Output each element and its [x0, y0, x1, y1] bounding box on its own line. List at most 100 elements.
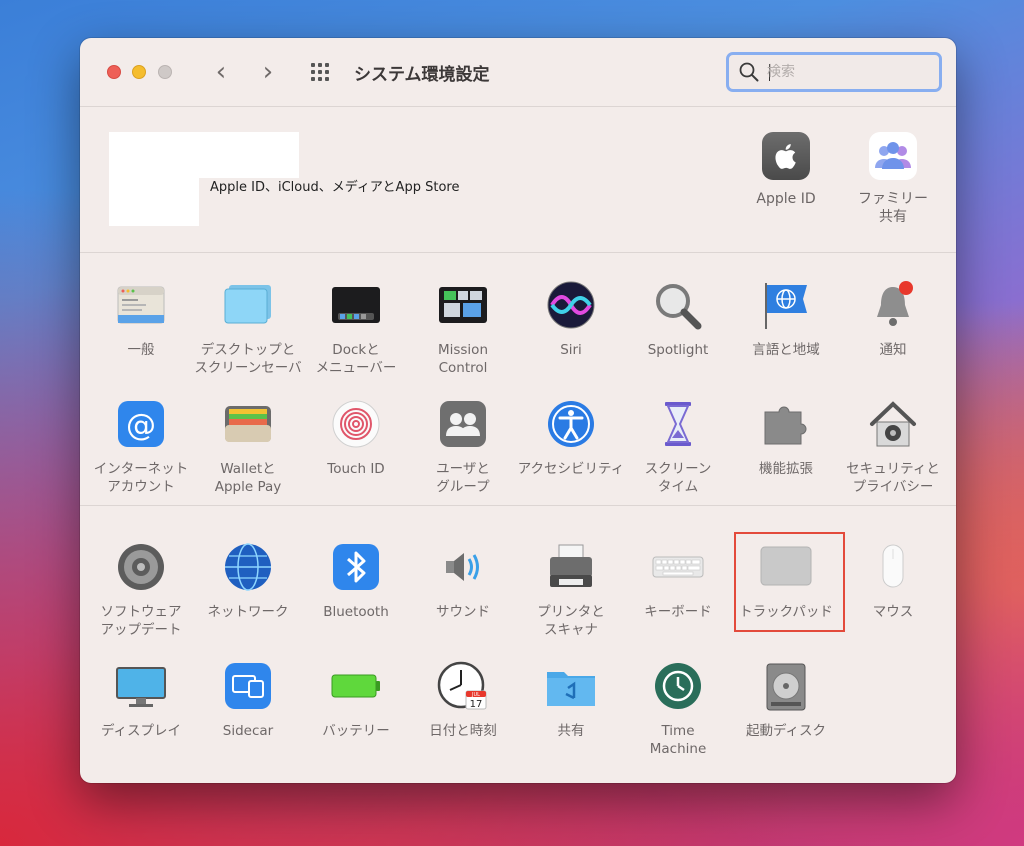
pane-label: 起動ディスク [745, 723, 827, 739]
sound-icon [436, 541, 490, 595]
forward-button[interactable]: › [253, 56, 283, 88]
pane-extensions[interactable]: 機能拡張 [732, 398, 840, 478]
pane-general[interactable]: 一般 [87, 279, 195, 359]
pane-label: キーボード [644, 604, 712, 620]
pane-label: 一般 [127, 342, 155, 358]
pane-notifications[interactable]: 通知 [839, 279, 947, 359]
divider [80, 252, 956, 253]
mission-control-icon [436, 279, 490, 333]
pane-family-sharing[interactable]: ファミリー 共有 [843, 132, 943, 226]
bluetooth-icon [329, 541, 383, 595]
account-section: Apple ID、iCloud、メディアとApp Store Apple ID … [80, 106, 956, 252]
pane-language-region[interactable]: 言語と地域 [732, 279, 840, 359]
extensions-icon [759, 398, 813, 452]
account-summary[interactable]: Apple ID、iCloud、メディアとApp Store [210, 176, 459, 195]
pane-label: Siri [560, 342, 582, 358]
pane-sidecar[interactable]: Sidecar [194, 660, 302, 740]
screen-time-icon [651, 398, 705, 452]
pane-dock-menubar[interactable]: Dockと メニューバー [302, 279, 410, 377]
pane-label: Spotlight [647, 342, 709, 358]
pane-wallet[interactable]: Walletと Apple Pay [194, 398, 302, 496]
pane-touch-id[interactable]: Touch ID [302, 398, 410, 478]
titlebar: ‹ › システム環境設定 [80, 38, 956, 106]
zoom-button[interactable] [158, 65, 172, 79]
redacted-name [109, 176, 199, 226]
minimize-button[interactable] [132, 65, 146, 79]
pane-display[interactable]: ディスプレイ [87, 660, 195, 740]
pane-label: Touch ID [327, 461, 385, 477]
redacted-avatar [109, 132, 299, 178]
pane-mission-control[interactable]: Mission Control [409, 279, 517, 377]
apple-logo-icon [762, 132, 810, 180]
pane-label: Sidecar [222, 723, 274, 739]
pane-label: デスクトップと スクリーンセーバ [194, 342, 302, 376]
pane-label: Dockと メニューバー [315, 342, 397, 376]
dock-menubar-icon [329, 279, 383, 333]
sidecar-icon [221, 660, 275, 714]
language-region-icon [759, 279, 813, 333]
pane-software-update[interactable]: ソフトウェア アップデート [87, 541, 195, 639]
trackpad-highlight-box [734, 532, 845, 632]
security-privacy-icon [866, 398, 920, 452]
pane-screen-time[interactable]: スクリーン タイム [624, 398, 732, 496]
pane-sharing[interactable]: 共有 [517, 660, 625, 740]
network-icon [221, 541, 275, 595]
pane-mouse[interactable]: マウス [839, 541, 947, 621]
divider [80, 505, 956, 506]
svg-text:@: @ [126, 408, 156, 443]
pane-accessibility[interactable]: アクセシビリティ [517, 398, 625, 478]
pane-security-privacy[interactable]: セキュリティと プライバシー [839, 398, 947, 496]
search-input[interactable] [767, 61, 927, 83]
back-button[interactable]: ‹ [206, 56, 236, 88]
pane-label: 言語と地域 [752, 342, 820, 358]
pane-label: Bluetooth [323, 604, 389, 620]
pane-keyboard[interactable]: キーボード [624, 541, 732, 621]
internet-accounts-icon: @ [114, 398, 168, 452]
users-groups-icon [436, 398, 490, 452]
display-icon [114, 660, 168, 714]
pane-label: セキュリティと プライバシー [846, 461, 940, 495]
sharing-icon [544, 660, 598, 714]
pane-network[interactable]: ネットワーク [194, 541, 302, 621]
printer-icon [544, 541, 598, 595]
family-sharing-icon [869, 132, 917, 180]
battery-icon [329, 660, 383, 714]
pane-label: ネットワーク [207, 604, 289, 620]
pane-label: アクセシビリティ [517, 461, 625, 477]
pane-desktop-screensaver[interactable]: デスクトップと スクリーンセーバ [194, 279, 302, 377]
pane-time-machine[interactable]: Time Machine [624, 660, 732, 758]
pane-label: ファミリー 共有 [858, 191, 928, 225]
calendar-month: JUL [471, 692, 480, 698]
pane-battery[interactable]: バッテリー [302, 660, 410, 740]
search-field[interactable] [726, 52, 942, 92]
pane-siri[interactable]: Siri [517, 279, 625, 359]
pane-label: プリンタと スキャナ [537, 604, 605, 638]
pane-label: マウス [872, 604, 914, 620]
pane-internet-accounts[interactable]: @ インターネット アカウント [87, 398, 195, 496]
pane-label: バッテリー [322, 723, 390, 739]
close-button[interactable] [107, 65, 121, 79]
pane-label: Walletと Apple Pay [214, 461, 282, 495]
pane-label: 機能拡張 [759, 461, 813, 477]
pane-label: 共有 [557, 723, 585, 739]
accessibility-icon [544, 398, 598, 452]
pane-sound[interactable]: サウンド [409, 541, 517, 621]
pane-date-time[interactable]: JUL 17 日付と時刻 [409, 660, 517, 740]
pane-label: ディスプレイ [100, 723, 182, 739]
pane-users-groups[interactable]: ユーザと グループ [409, 398, 517, 496]
spotlight-icon [651, 279, 705, 333]
pane-spotlight[interactable]: Spotlight [624, 279, 732, 359]
pane-printers-scanners[interactable]: プリンタと スキャナ [517, 541, 625, 639]
startup-disk-icon [759, 660, 813, 714]
calendar-day: 17 [470, 699, 483, 710]
siri-icon [544, 279, 598, 333]
show-all-grid-button[interactable] [311, 63, 333, 81]
pane-label: Time Machine [649, 723, 707, 757]
pane-apple-id[interactable]: Apple ID [736, 132, 836, 208]
pane-label: インターネット アカウント [93, 461, 189, 495]
pane-label: サウンド [436, 604, 490, 620]
keyboard-icon [651, 541, 705, 595]
pane-bluetooth[interactable]: Bluetooth [302, 541, 410, 621]
time-machine-icon [651, 660, 705, 714]
pane-startup-disk[interactable]: 起動ディスク [732, 660, 840, 740]
